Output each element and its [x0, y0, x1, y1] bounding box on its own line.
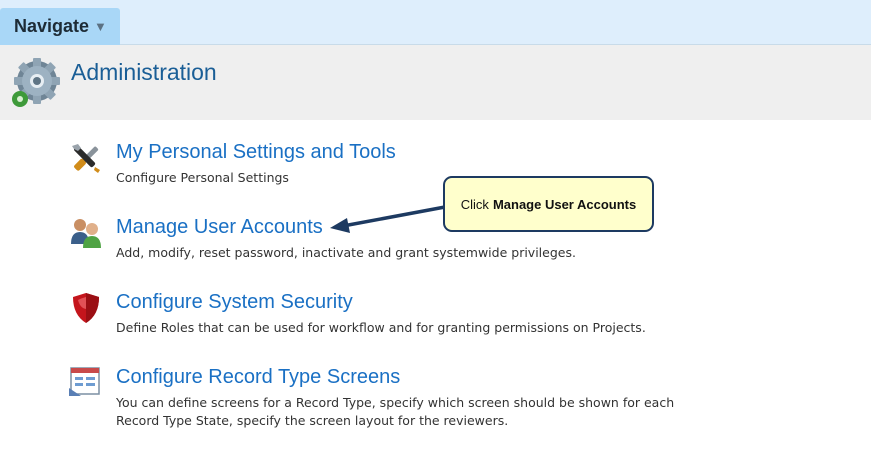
callout-arrow — [330, 205, 446, 233]
top-bar: Navigate ▼ — [0, 0, 871, 45]
form-layout-icon — [69, 367, 100, 396]
item-description: Define Roles that can be used for workfl… — [116, 320, 646, 335]
manage-user-accounts-link[interactable]: Manage User Accounts — [116, 216, 323, 239]
item-description: You can define screens for a Record Type… — [116, 395, 675, 428]
users-icon — [71, 219, 101, 248]
my-personal-settings-link[interactable]: My Personal Settings and Tools — [116, 141, 396, 164]
configure-record-type-screens-link[interactable]: Configure Record Type Screens — [116, 366, 400, 389]
configure-system-security-link[interactable]: Configure System Security — [116, 291, 353, 314]
page-header: Administration — [0, 45, 871, 120]
callout-emphasis: Manage User Accounts — [492, 196, 637, 212]
callout-prefix: Click — [460, 196, 489, 212]
shield-icon — [73, 293, 99, 323]
gear-icon — [12, 58, 60, 107]
caret-down-icon: ▼ — [94, 19, 107, 34]
navigate-menu[interactable]: Navigate ▼ — [0, 8, 120, 45]
item-description: Add, modify, reset password, inactivate … — [116, 245, 576, 260]
instruction-callout: Click Manage User Accounts — [443, 176, 654, 232]
tools-icon — [72, 144, 100, 173]
navigate-label: Navigate — [14, 16, 90, 36]
page-title: Administration — [71, 59, 217, 85]
